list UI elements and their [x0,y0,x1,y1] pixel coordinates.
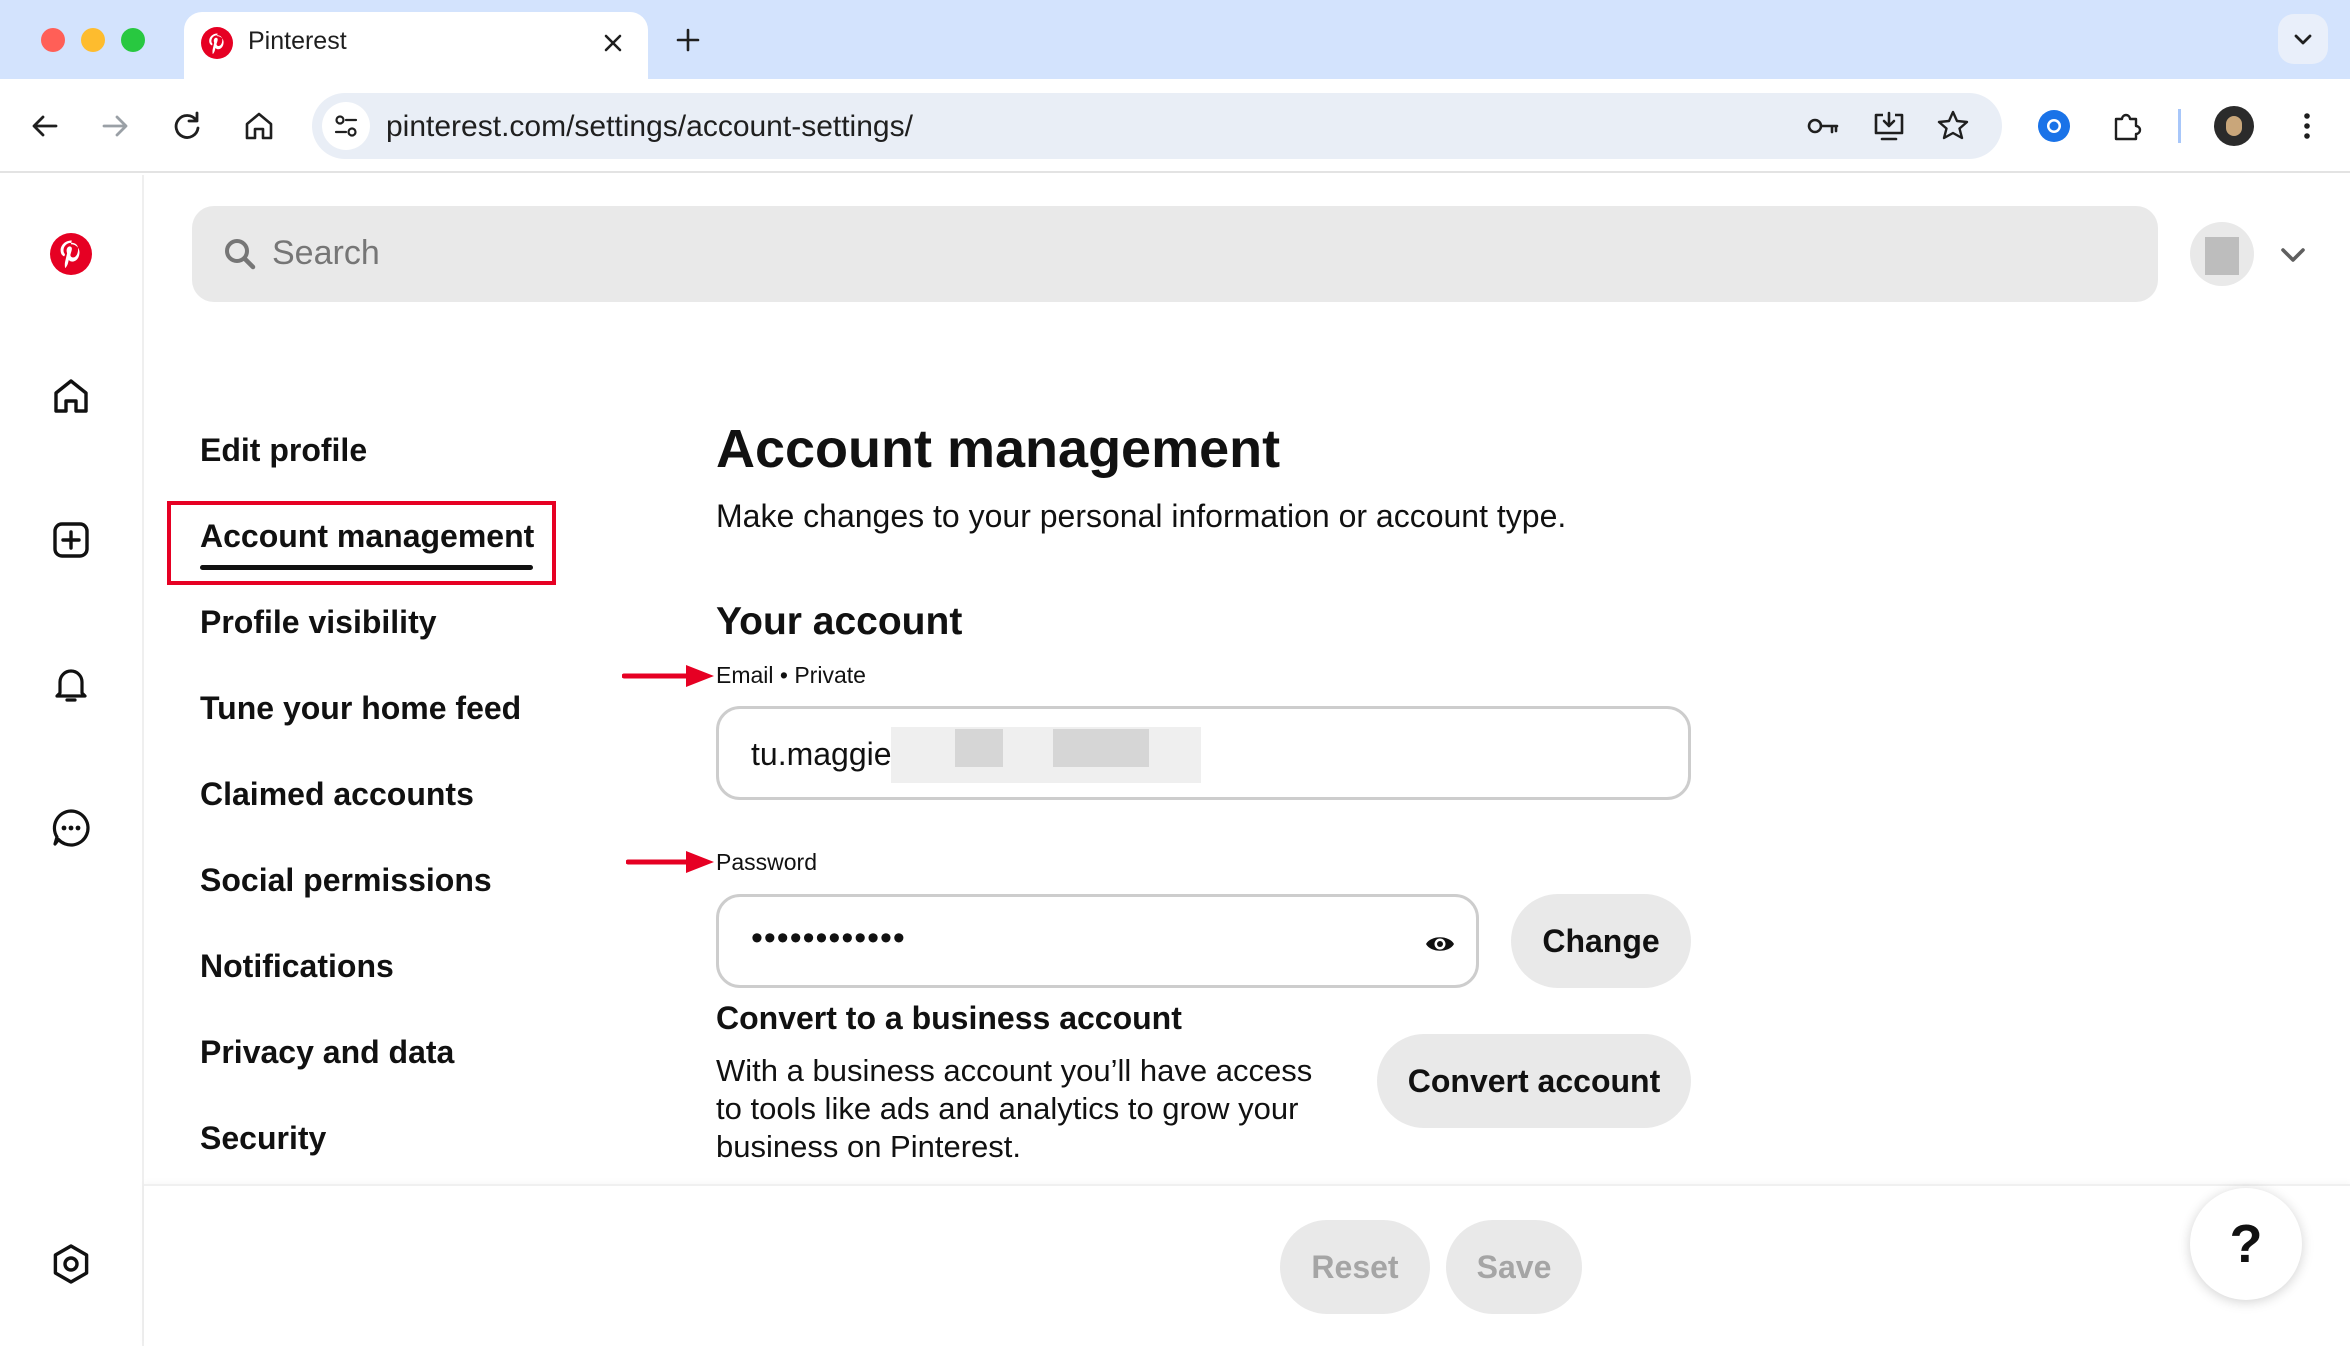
nav-social-permissions[interactable]: Social permissions [200,862,492,899]
browser-tab-pinterest[interactable]: Pinterest [184,12,648,79]
accounts-chevron-down-icon[interactable] [2276,238,2310,272]
convert-business-title: Convert to a business account [716,1000,1182,1036]
window-close-button[interactable] [41,28,65,52]
annotation-arrow-password [626,851,714,873]
redaction-block [891,727,1201,783]
window-zoom-button[interactable] [121,28,145,52]
pinterest-logo-icon[interactable] [48,231,94,277]
pinterest-side-rail [0,175,144,1346]
avatar-image [2205,237,2239,275]
install-app-icon[interactable] [1870,107,1908,145]
puzzle-extensions-icon[interactable] [2108,107,2146,145]
browser-window: Pinterest pinterest.com/settings/account… [0,0,2350,1346]
settings-icon[interactable] [48,1241,94,1287]
password-field[interactable]: •••••••••••• [716,894,1479,988]
redaction-block [955,729,1003,767]
pinterest-favicon-icon [201,27,233,59]
nav-notifications[interactable]: Notifications [200,948,394,985]
tab-title: Pinterest [248,27,347,55]
profile-avatar-icon[interactable] [2214,106,2254,146]
email-value: tu.maggie [751,736,892,772]
chevron-down-icon [2294,34,2312,45]
tab-strip: Pinterest [0,0,2350,79]
bookmark-star-icon[interactable] [1934,107,1972,145]
redaction-block [1053,729,1149,767]
page-title: Account management [716,419,1281,479]
search-placeholder: Search [272,234,380,272]
convert-business-description: With a business account you’ll have acce… [716,1053,1313,1164]
nav-claimed-accounts[interactable]: Claimed accounts [200,776,474,813]
site-info-button[interactable] [322,102,370,150]
url-text: pinterest.com/settings/account-settings/ [386,110,913,143]
change-password-button[interactable]: Change [1511,894,1691,988]
annotation-arrow-email [622,665,714,687]
back-icon[interactable] [26,107,64,145]
save-button[interactable]: Save [1446,1220,1582,1314]
tab-close-icon[interactable] [598,28,628,58]
toolbar-divider [2178,109,2181,143]
site-info-icon [334,115,358,137]
notifications-bell-icon[interactable] [48,661,94,707]
convert-account-button[interactable]: Convert account [1377,1034,1691,1128]
nav-privacy-and-data[interactable]: Privacy and data [200,1034,454,1071]
password-key-icon[interactable] [1804,107,1842,145]
browser-menu-icon[interactable] [2288,107,2326,145]
tab-search-button[interactable] [2278,14,2328,64]
help-button[interactable]: ? [2190,1188,2302,1300]
browser-toolbar: pinterest.com/settings/account-settings/ [0,79,2350,173]
messages-icon[interactable] [48,805,94,851]
show-password-eye-icon[interactable] [1424,928,1456,960]
password-label: Password [716,849,817,875]
search-input[interactable]: Search [192,206,2158,302]
email-label: Email • Private [716,662,866,688]
user-avatar[interactable] [2190,222,2254,286]
forward-icon[interactable] [96,107,134,145]
your-account-heading: Your account [716,600,963,643]
nav-tune-home-feed[interactable]: Tune your home feed [200,690,521,727]
address-bar[interactable]: pinterest.com/settings/account-settings/ [312,93,2002,159]
extension-chrome-icon[interactable] [2034,106,2074,146]
home-icon[interactable] [48,373,94,419]
home-icon[interactable] [240,107,278,145]
password-value: •••••••••••• [751,919,906,957]
page-subtitle: Make changes to your personal informatio… [716,498,1567,534]
email-field[interactable]: tu.maggie [716,706,1691,800]
nav-account-management[interactable]: Account management [200,518,534,555]
reset-button[interactable]: Reset [1280,1220,1430,1314]
nav-security[interactable]: Security [200,1120,326,1157]
new-tab-icon[interactable] [672,24,704,56]
nav-profile-visibility[interactable]: Profile visibility [200,604,437,641]
reload-icon[interactable] [168,107,206,145]
nav-edit-profile[interactable]: Edit profile [200,432,367,469]
create-icon[interactable] [48,517,94,563]
nav-active-underline [200,565,533,570]
search-icon [225,239,256,270]
window-minimize-button[interactable] [81,28,105,52]
settings-footer: Reset Save [144,1184,2350,1346]
